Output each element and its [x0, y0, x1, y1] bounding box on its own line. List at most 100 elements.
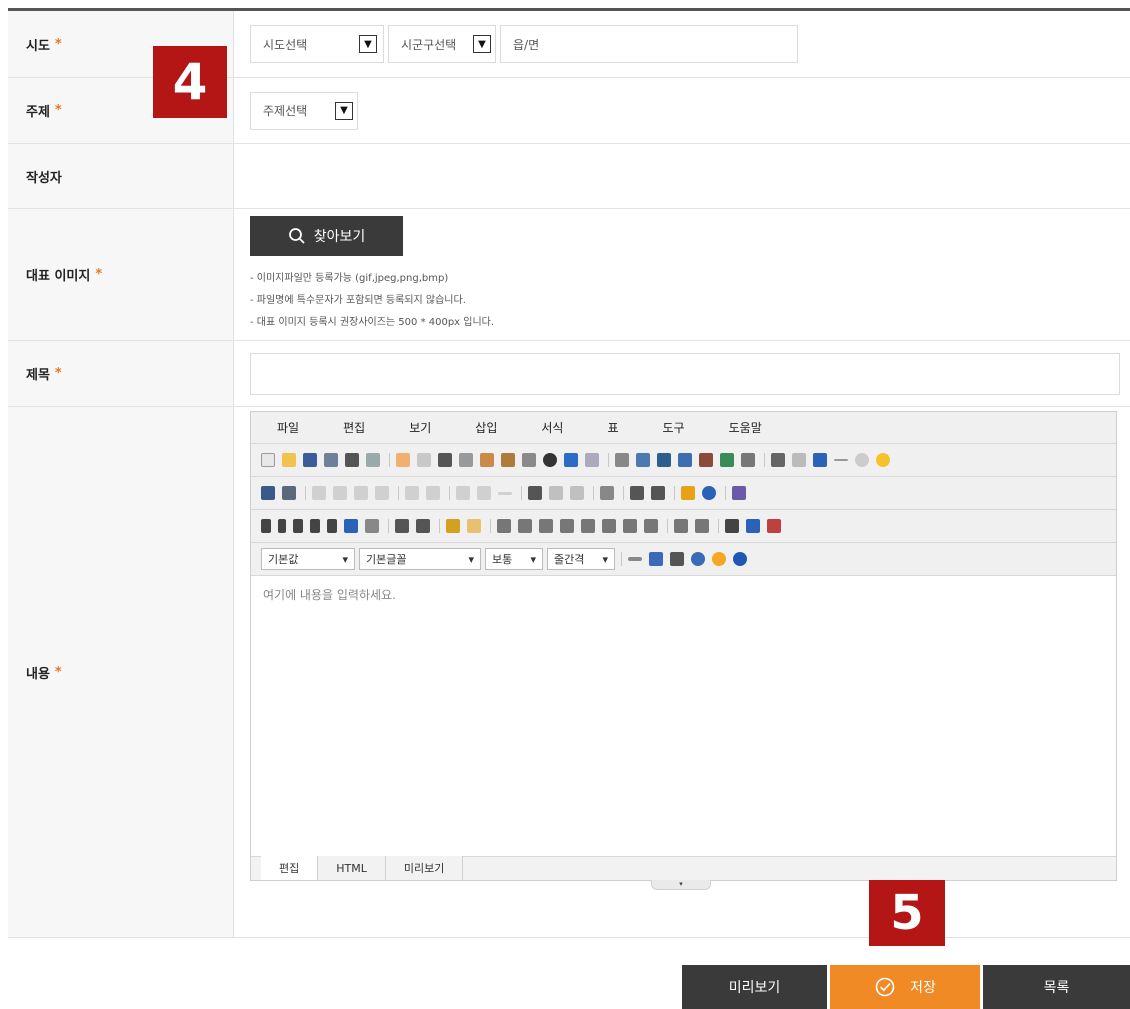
new-document-icon[interactable] — [261, 453, 275, 467]
tab-html[interactable]: HTML — [318, 856, 386, 880]
copy-document-icon[interactable] — [324, 453, 338, 467]
style-dropdown[interactable]: 기본값 ▾ — [261, 548, 355, 570]
text-i-icon[interactable] — [630, 486, 644, 500]
chart-icon[interactable] — [720, 453, 734, 467]
find-icon[interactable] — [543, 453, 557, 467]
spellcheck-icon[interactable] — [732, 486, 746, 500]
open-folder-icon[interactable] — [282, 453, 296, 467]
quote-icon[interactable] — [725, 519, 739, 533]
divider-icon[interactable] — [628, 557, 642, 561]
indent-icon[interactable] — [602, 519, 616, 533]
paragraph-icon[interactable] — [644, 519, 658, 533]
underline-icon[interactable] — [293, 519, 303, 533]
align-right-icon[interactable] — [539, 519, 553, 533]
font-dropdown[interactable]: 기본글꼴 ▾ — [359, 548, 481, 570]
editor-content[interactable]: 여기에 내용을 입력하세요. — [251, 576, 1116, 856]
emoticon-icon[interactable] — [876, 453, 890, 467]
ordered-list-icon[interactable] — [674, 519, 688, 533]
content-row: 내용 * 파일 편집 보기 삽입 서식 표 도구 도움말 기본값 ▾ 기본글꼴 … — [8, 407, 1130, 938]
save-button[interactable]: 저장 — [830, 965, 980, 1009]
background-color-icon[interactable] — [344, 519, 358, 533]
cell-color-icon — [477, 486, 491, 500]
page-break-icon[interactable] — [366, 453, 380, 467]
menu-table[interactable]: 표 — [607, 419, 618, 436]
align-left-icon[interactable] — [497, 519, 511, 533]
subscript-icon[interactable] — [395, 519, 409, 533]
edit-table-icon[interactable] — [282, 486, 296, 500]
menu-view[interactable]: 보기 — [409, 419, 431, 436]
format-painter-icon[interactable] — [446, 519, 460, 533]
menu-help[interactable]: 도움말 — [729, 419, 762, 436]
link-icon[interactable] — [741, 453, 755, 467]
subject-select[interactable]: 주제선택 ▼ — [250, 91, 358, 130]
align-justify-icon[interactable] — [560, 519, 574, 533]
menu-tools[interactable]: 도구 — [663, 419, 685, 436]
select-all-icon[interactable] — [585, 453, 599, 467]
province-select[interactable]: 시도선택 ▼ — [250, 25, 384, 63]
text-i2-icon[interactable] — [651, 486, 665, 500]
strikethrough-icon[interactable] — [310, 519, 320, 533]
italic-icon[interactable] — [278, 519, 286, 533]
anchor-icon[interactable] — [771, 453, 785, 467]
film-icon[interactable] — [699, 453, 713, 467]
editor-resize-handle[interactable]: ▾ — [651, 880, 711, 890]
eraser-icon[interactable] — [467, 519, 481, 533]
html-block-icon[interactable] — [767, 519, 781, 533]
help-icon[interactable] — [712, 552, 726, 566]
outdent-icon[interactable] — [581, 519, 595, 533]
size-dropdown[interactable]: 보통 ▾ — [485, 548, 543, 570]
fullscreen-icon[interactable] — [649, 552, 663, 566]
print-icon[interactable] — [345, 453, 359, 467]
image-label-text: 대표 이미지 — [26, 269, 91, 284]
highlighter-icon[interactable] — [813, 453, 827, 467]
media-icon[interactable] — [678, 453, 692, 467]
unlink-icon[interactable] — [792, 453, 806, 467]
tab-edit[interactable]: 편집 — [261, 856, 319, 880]
paste-word-icon[interactable] — [522, 453, 536, 467]
lock-icon[interactable] — [681, 486, 695, 500]
cell-props-icon — [456, 486, 470, 500]
line-height-icon[interactable] — [623, 519, 637, 533]
menu-insert[interactable]: 삽입 — [475, 419, 497, 436]
frame-icon[interactable] — [600, 486, 614, 500]
tab-preview[interactable]: 미리보기 — [385, 856, 464, 880]
photo-icon[interactable] — [657, 453, 671, 467]
superscript-icon[interactable] — [416, 519, 430, 533]
accessibility-icon[interactable] — [702, 486, 716, 500]
settings-icon[interactable] — [691, 552, 705, 566]
crop-icon[interactable] — [670, 552, 684, 566]
horizontal-rule-icon[interactable] — [834, 459, 848, 461]
replace-icon[interactable] — [564, 453, 578, 467]
copy-icon[interactable] — [459, 453, 473, 467]
browse-button[interactable]: 찾아보기 — [250, 215, 403, 256]
insert-table-icon[interactable] — [261, 486, 275, 500]
title-input[interactable] — [250, 352, 1120, 395]
document-icon[interactable] — [746, 519, 760, 533]
list-button[interactable]: 목록 — [983, 965, 1130, 1009]
redo-icon[interactable] — [417, 453, 431, 467]
menu-edit[interactable]: 편집 — [343, 419, 365, 436]
clear-format-icon[interactable] — [365, 519, 379, 533]
resize-icon[interactable] — [528, 486, 542, 500]
image-icon[interactable] — [636, 453, 650, 467]
align-center-icon[interactable] — [518, 519, 532, 533]
font-color-icon[interactable] — [327, 519, 337, 533]
preview-button[interactable]: 미리보기 — [682, 965, 827, 1009]
city-select[interactable]: 시군구선택 ▼ — [388, 25, 496, 63]
info-icon[interactable] — [733, 552, 747, 566]
menu-format[interactable]: 서식 — [541, 419, 563, 436]
undo-icon[interactable] — [396, 453, 410, 467]
cut-icon[interactable] — [438, 453, 452, 467]
template-icon[interactable] — [615, 453, 629, 467]
paste-icon[interactable] — [480, 453, 494, 467]
paste-text-icon[interactable] — [501, 453, 515, 467]
unordered-list-icon[interactable] — [695, 519, 709, 533]
bold-icon[interactable] — [261, 519, 271, 533]
line-spacing-dropdown[interactable]: 줄간격 ▾ — [547, 548, 615, 570]
save-icon[interactable] — [303, 453, 317, 467]
special-char-icon[interactable] — [855, 453, 869, 467]
menu-file[interactable]: 파일 — [277, 419, 299, 436]
town-input[interactable]: 읍/면 — [500, 25, 798, 63]
tab-edit-label: 편집 — [279, 862, 300, 875]
border-icon — [498, 491, 512, 495]
